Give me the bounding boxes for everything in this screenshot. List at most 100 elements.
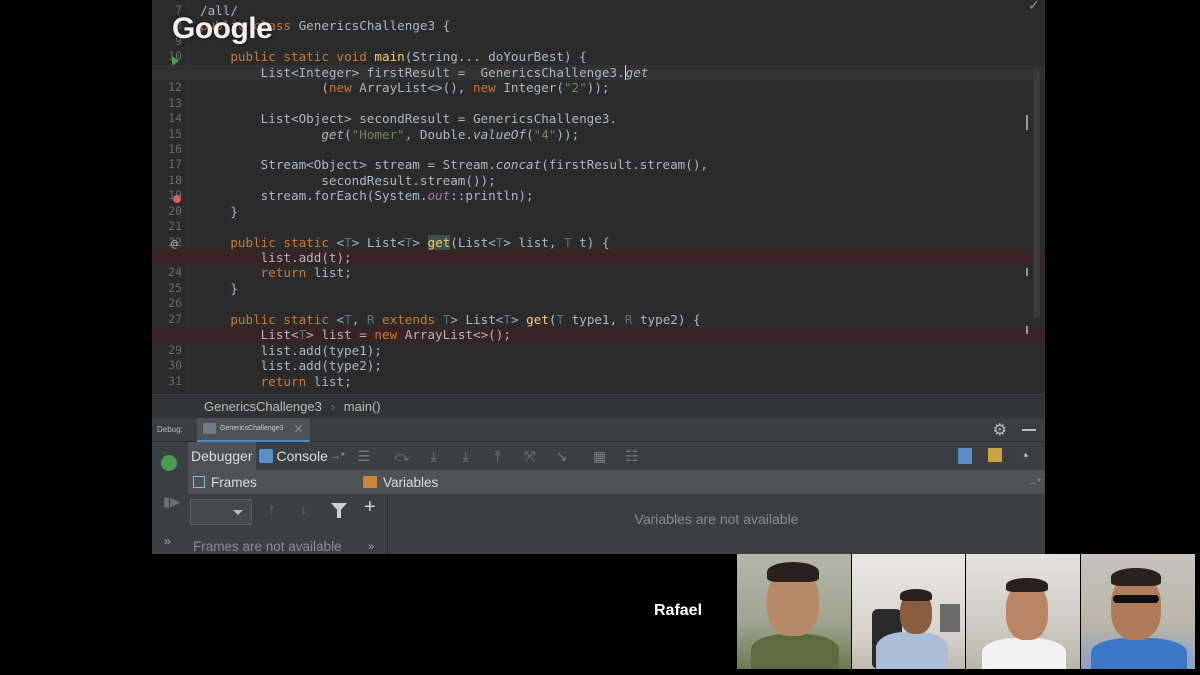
debug-bug-icon[interactable] [161, 455, 177, 471]
tab-console-label: Console [276, 448, 328, 464]
code-line[interactable]: get("Homer", Double.valueOf("4")); [200, 127, 1025, 142]
session-icon [203, 423, 216, 434]
line-number[interactable]: 29 [152, 343, 188, 358]
code-line[interactable]: return list; [200, 374, 1025, 389]
evaluate-expression-icon[interactable]: ▦ [592, 449, 608, 463]
more-icon[interactable]: » [164, 534, 171, 548]
ide-window: 7891011121314151617181920212223242526272… [152, 0, 1045, 554]
editor-scrollbar[interactable] [1033, 70, 1040, 318]
code-line[interactable]: /all/ [200, 3, 1025, 18]
tab-console[interactable]: Console →* [256, 442, 348, 470]
code-line[interactable]: public static void main(String... doYour… [200, 49, 1025, 64]
breadcrumb-class[interactable]: GenericsChallenge3 [204, 399, 322, 414]
breadcrumb-method[interactable]: main() [344, 399, 381, 414]
frames-header: Frames →* [188, 470, 388, 494]
close-icon[interactable]: ✕ [293, 422, 303, 436]
line-number[interactable]: 27 [152, 312, 188, 327]
participant-hair [1006, 578, 1048, 592]
line-number[interactable]: 26 [152, 296, 188, 311]
code-line[interactable]: } [200, 281, 1025, 296]
line-number[interactable]: 13 [152, 96, 188, 111]
code-line[interactable] [200, 142, 1025, 157]
code-line[interactable]: List<Object> secondResult = GenericsChal… [200, 111, 1025, 126]
code-line[interactable]: secondResult.stream()); [200, 173, 1025, 188]
marker-stripe[interactable] [1026, 268, 1028, 276]
show-execution-point-icon[interactable]: ⤼ [394, 449, 410, 463]
line-number[interactable]: 16 [152, 142, 188, 157]
line-number[interactable]: 15 [152, 127, 188, 142]
inspection-ok-icon[interactable]: ✓ [1028, 0, 1042, 12]
sunglasses [1113, 595, 1159, 603]
breadcrumb-separator: › [330, 399, 335, 414]
code-area[interactable]: /all/public class GenericsChallenge3 { p… [152, 3, 1045, 389]
line-number[interactable]: 17 [152, 157, 188, 172]
filter-icon-stem [337, 510, 341, 518]
code-line[interactable] [200, 34, 1025, 49]
code-line[interactable] [200, 296, 1025, 311]
thread-dropdown[interactable] [190, 499, 252, 525]
debug-session-tab[interactable]: GenericsChallenge3 ✕ [197, 417, 310, 442]
line-number[interactable]: 12 [152, 80, 188, 95]
gear-icon[interactable]: ⚙ [993, 420, 1007, 440]
line-number[interactable]: 30 [152, 358, 188, 373]
tab-debugger[interactable]: Debugger [188, 442, 256, 470]
line-number[interactable]: 19 [152, 188, 188, 203]
participant-video-tile[interactable] [737, 554, 851, 669]
step-over-icon[interactable]: ⤓ [426, 449, 442, 463]
code-line[interactable]: list.add(t); [152, 250, 1045, 266]
line-number[interactable]: 22 [152, 235, 188, 250]
pin-icon[interactable]: →* [331, 451, 345, 462]
add-icon[interactable]: + [364, 496, 376, 519]
code-editor[interactable]: 7891011121314151617181920212223242526272… [152, 0, 1045, 394]
more-icon[interactable]: » [368, 541, 374, 553]
memory-view-icon[interactable] [988, 448, 1002, 462]
line-number[interactable]: 20 [152, 204, 188, 219]
participant-video-tile[interactable] [966, 554, 1080, 669]
line-number[interactable]: 18 [152, 173, 188, 188]
minimize-icon[interactable] [1022, 429, 1036, 431]
line-number[interactable]: 14 [152, 111, 188, 126]
code-line[interactable]: public class GenericsChallenge3 { [200, 18, 1025, 33]
breakpoint-disabled-icon[interactable] [173, 195, 181, 203]
restore-layout-icon[interactable] [958, 448, 972, 464]
resume-icon[interactable]: ▮▶ [163, 494, 180, 510]
marker-stripe[interactable] [1026, 326, 1028, 334]
override-marker-icon[interactable]: @ [171, 238, 178, 250]
code-line[interactable] [200, 219, 1025, 234]
debug-panel: Debug: GenericsChallenge3 ✕ ⚙ ▮▶ » Debug… [152, 417, 1045, 554]
frames-icon [193, 476, 205, 488]
code-line[interactable]: (new ArrayList<>(), new Integer("2")); [200, 80, 1025, 95]
participant-video-tile[interactable] [1081, 554, 1195, 669]
run-to-cursor-icon[interactable]: ↘ [554, 449, 570, 463]
code-line[interactable]: List<Integer> firstResult = GenericsChal… [152, 64, 1045, 81]
code-line[interactable]: list.add(type2); [200, 358, 1025, 373]
code-line[interactable]: public static <T, R extends T> List<T> g… [200, 312, 1025, 327]
trace-icon[interactable]: ☷ [624, 449, 640, 463]
line-number[interactable]: 25 [152, 281, 188, 296]
layout-icon[interactable]: ☰ [356, 449, 372, 463]
step-out-icon[interactable]: ⤒ [490, 449, 506, 463]
code-line[interactable] [200, 96, 1025, 111]
pin-icon[interactable]: →* [1027, 477, 1041, 488]
code-line[interactable]: public static <T> List<T> get(List<T> li… [200, 234, 1025, 250]
line-number[interactable]: 24 [152, 265, 188, 280]
participant-hair [900, 589, 932, 601]
drop-frame-icon[interactable]: ⤧ [522, 449, 538, 463]
participant-video-tile[interactable] [852, 554, 965, 669]
gauge-icon[interactable]: ◔ [1020, 448, 1036, 465]
arrow-down-icon[interactable]: ↓ [300, 501, 308, 518]
code-line[interactable]: return list; [200, 265, 1025, 280]
marker-stripe[interactable] [1026, 115, 1028, 130]
code-line[interactable]: list.add(type1); [200, 343, 1025, 358]
code-line[interactable]: stream.forEach(System.out::println); [200, 188, 1025, 203]
code-line[interactable]: List<T> list = new ArrayList<>(); [152, 327, 1045, 343]
line-number[interactable]: 10 [152, 49, 188, 64]
code-line[interactable]: Stream<Object> stream = Stream.concat(fi… [200, 157, 1025, 172]
code-line[interactable]: } [200, 204, 1025, 219]
step-into-icon[interactable]: ⤓ [458, 449, 474, 463]
debug-toolbar: Debugger Console →* ☰ ⤼ ⤓ ⤓ ⤒ ⤧ ↘ ▦ ☷ ◔ [188, 442, 1045, 470]
arrow-up-icon[interactable]: ↑ [268, 501, 276, 518]
line-number[interactable]: 21 [152, 219, 188, 234]
line-number[interactable]: 31 [152, 374, 188, 389]
debug-tab-bar: Debug: GenericsChallenge3 ✕ ⚙ [152, 417, 1045, 442]
